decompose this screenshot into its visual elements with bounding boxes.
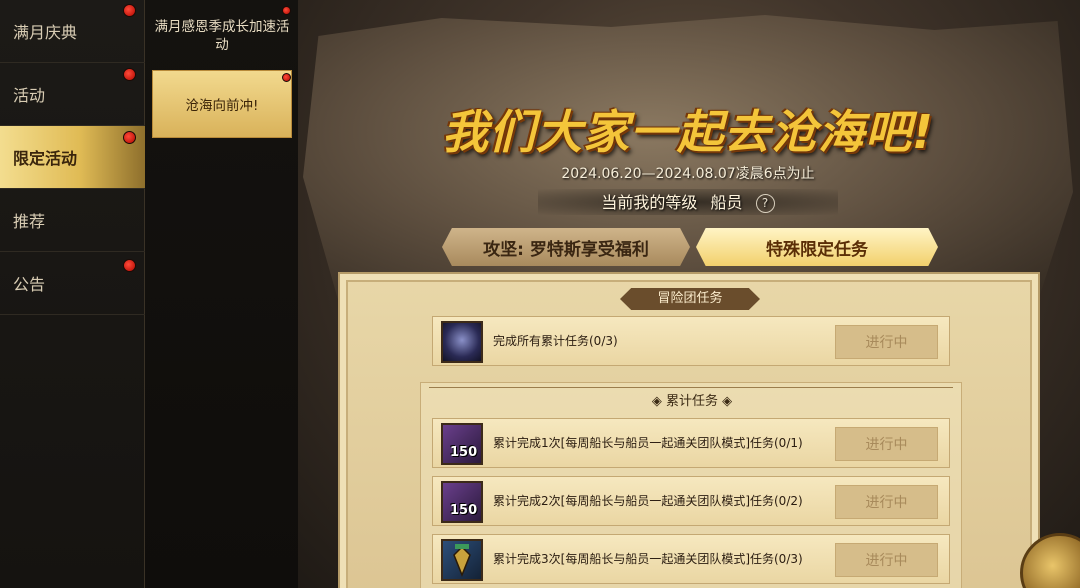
event-date-range: 2024.06.20—2024.08.07凌晨6点为止 xyxy=(561,166,815,182)
diamond-icon: ◈ xyxy=(718,394,733,409)
treasure-map-background xyxy=(303,15,1073,312)
task-status-button[interactable]: 进行中 xyxy=(835,543,938,577)
task-text: 完成所有累计任务(0/3) xyxy=(493,334,618,348)
level-value: 船员 xyxy=(710,193,743,212)
level-label: 当前我的等级 xyxy=(601,193,698,212)
sidebar-item-label: 推荐 xyxy=(13,212,46,231)
subnav-item-label: 满月感恩季成长加速活动 xyxy=(154,19,290,53)
sidebar-item-label: 公告 xyxy=(13,275,46,294)
task-text: 累计完成2次[每周船长与船员一起通关团队模式]任务(0/2) xyxy=(493,494,803,508)
task-text: 累计完成1次[每周船长与船员一起通关团队模式]任务(0/1) xyxy=(493,436,803,450)
sidebar-item-label: 限定活动 xyxy=(13,149,78,168)
sub-navigation: 满月感恩季成长加速活动 沧海向前冲! xyxy=(145,0,298,588)
task-status-button[interactable]: 进行中 xyxy=(835,427,938,461)
notification-dot xyxy=(123,259,136,272)
cumulative-header-label: 累计任务 xyxy=(665,394,718,409)
reward-chest-icon: 150 xyxy=(441,481,483,523)
notification-dot xyxy=(123,4,136,17)
subnav-item-sea-forward[interactable]: 沧海向前冲! xyxy=(152,70,292,138)
panel-header: 冒险团任务 xyxy=(620,288,760,310)
current-level: 当前我的等级 船员 ? xyxy=(538,189,838,215)
main-task-row: 完成所有累计任务(0/3) 进行中 xyxy=(432,316,950,366)
tab-label: 攻坚: 罗特斯享受福利 xyxy=(483,239,649,260)
sidebar-item-recommended[interactable]: 推荐 xyxy=(0,189,145,252)
tab-assault-benefits[interactable]: 攻坚: 罗特斯享受福利 xyxy=(442,228,690,266)
adventurer-icon xyxy=(441,321,483,363)
notification-dot xyxy=(123,131,136,144)
task-row: 累计完成3次[每周船长与船员一起通关团队模式]任务(0/3) 进行中 xyxy=(432,534,950,584)
subnav-item-growth-boost[interactable]: 满月感恩季成长加速活动 xyxy=(152,18,292,54)
medal-icon xyxy=(453,544,471,578)
notification-dot xyxy=(282,73,291,82)
sidebar: 满月庆典 活动 限定活动 推荐 公告 xyxy=(0,0,145,588)
divider xyxy=(429,387,953,388)
title-medal-icon xyxy=(441,539,483,581)
reward-chest-icon: 150 xyxy=(441,423,483,465)
diamond-icon: ◈ xyxy=(651,394,666,409)
task-panel: 冒险团任务 完成所有累计任务(0/3) 进行中 ◈ 累计任务 ◈ 150 累计完… xyxy=(338,272,1040,588)
sidebar-item-label: 活动 xyxy=(13,86,46,105)
task-status-button[interactable]: 进行中 xyxy=(835,485,938,519)
help-icon[interactable]: ? xyxy=(755,194,775,213)
task-row: 150 累计完成1次[每周船长与船员一起通关团队模式]任务(0/1) 进行中 xyxy=(432,418,950,468)
notification-dot xyxy=(123,68,136,81)
cumulative-header: ◈ 累计任务 ◈ xyxy=(646,390,738,409)
panel-header-label: 冒险团任务 xyxy=(657,291,723,306)
event-title: 我们大家一起去沧海吧! xyxy=(442,105,934,159)
tab-label: 特殊限定任务 xyxy=(766,239,868,260)
reward-count: 150 xyxy=(450,445,478,460)
task-row: 150 累计完成2次[每周船长与船员一起通关团队模式]任务(0/2) 进行中 xyxy=(432,476,950,526)
subnav-item-label: 沧海向前冲! xyxy=(185,98,259,114)
event-scene: 我们大家一起去沧海吧! 2024.06.20—2024.08.07凌晨6点为止 … xyxy=(298,0,1080,588)
reward-count: 150 xyxy=(450,503,478,518)
sidebar-item-label: 满月庆典 xyxy=(13,23,78,42)
task-status-button[interactable]: 进行中 xyxy=(835,325,938,359)
tab-special-missions[interactable]: 特殊限定任务 xyxy=(696,228,938,266)
task-text: 累计完成3次[每周船长与船员一起通关团队模式]任务(0/3) xyxy=(493,552,803,566)
notification-dot xyxy=(282,6,291,15)
